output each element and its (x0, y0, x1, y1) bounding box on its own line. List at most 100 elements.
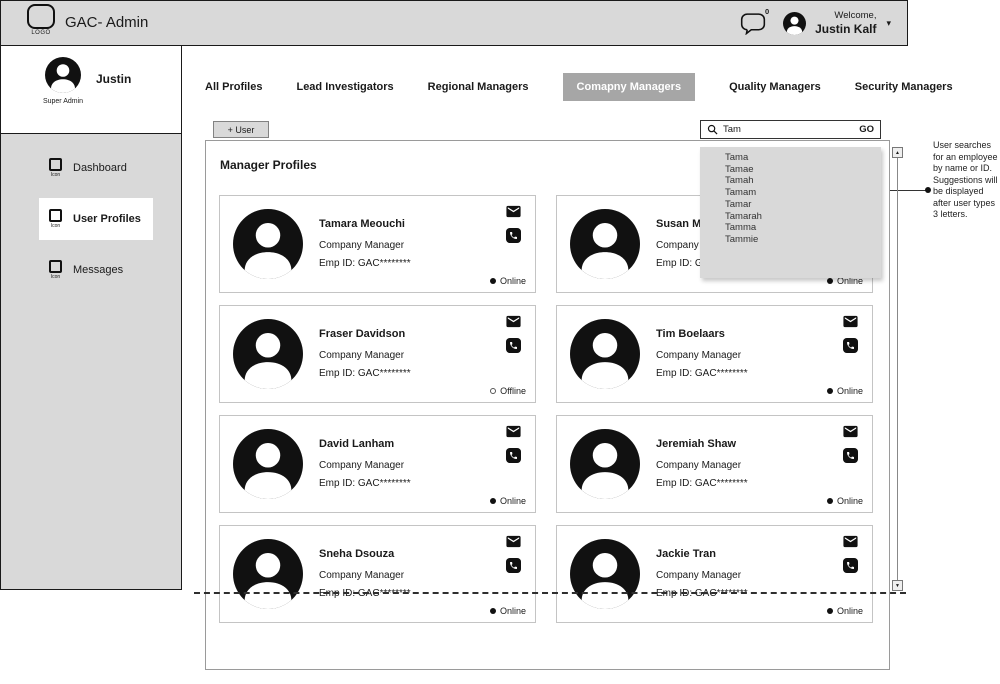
user-avatar[interactable] (783, 12, 806, 35)
status-dot-icon (827, 608, 833, 614)
manager-role: Company Manager (656, 570, 741, 581)
tab-quality-managers[interactable]: Quality Managers (729, 81, 821, 93)
sidebar-item-messages[interactable]: Icon Messages (39, 249, 153, 291)
phone-icon[interactable] (843, 448, 858, 463)
manager-card: Jackie Tran Company Manager Emp ID: GAC*… (556, 525, 873, 623)
phone-icon[interactable] (506, 338, 521, 353)
sidebar-user-name: Justin (96, 72, 131, 86)
status-dot-icon (490, 388, 496, 394)
email-icon[interactable] (842, 423, 859, 440)
phone-icon[interactable] (506, 558, 521, 573)
suggestion-item[interactable]: Tamae (700, 164, 881, 176)
manager-name: David Lanham (319, 438, 394, 450)
status-label: Online (837, 386, 863, 396)
suggestion-item[interactable]: Tama (700, 152, 881, 164)
manager-role: Company Manager (656, 460, 741, 471)
scroll-down-icon[interactable]: ▼ (892, 580, 903, 591)
logo-icon (27, 4, 55, 29)
profile-avatar (570, 319, 640, 389)
suggestion-item[interactable]: Tammie (700, 234, 881, 246)
manager-emp-id: Emp ID: GAC******** (656, 368, 748, 379)
manager-name: Tamara Meouchi (319, 218, 405, 230)
phone-icon[interactable] (843, 558, 858, 573)
manager-card: Fraser Davidson Company Manager Emp ID: … (219, 305, 536, 403)
tab-company-managers[interactable]: Comapny Managers (563, 73, 696, 101)
status-badge: Online (827, 606, 863, 616)
profile-avatar (233, 429, 303, 499)
manager-emp-id: Emp ID: GAC******** (319, 258, 411, 269)
search-go-button[interactable]: GO (859, 124, 874, 135)
welcome-block[interactable]: Welcome, Justin Kalf (815, 10, 876, 36)
manager-role: Company Manager (319, 350, 404, 361)
icon-caption: Icon (49, 223, 62, 229)
manager-card: David Lanham Company Manager Emp ID: GAC… (219, 415, 536, 513)
messages-button[interactable]: 0 (739, 12, 766, 35)
topbar-right: 0 Welcome, Justin Kalf ▾ (739, 1, 891, 45)
status-dot-icon (490, 498, 496, 504)
email-icon[interactable] (505, 423, 522, 440)
chevron-down-icon[interactable]: ▾ (886, 18, 891, 29)
status-dot-icon (827, 278, 833, 284)
app-title: GAC- Admin (65, 14, 148, 31)
status-badge: Online (490, 606, 526, 616)
topbar: LOGO GAC- Admin 0 Welcome, Justin Kalf ▾ (0, 0, 908, 46)
add-user-button[interactable]: + User (213, 121, 269, 138)
email-icon[interactable] (842, 533, 859, 550)
status-badge: Online (490, 496, 526, 506)
phone-icon[interactable] (506, 448, 521, 463)
user-profiles-icon (49, 209, 62, 222)
status-label: Online (837, 496, 863, 506)
tab-regional-managers[interactable]: Regional Managers (428, 81, 529, 93)
sidebar-item-label: User Profiles (73, 213, 141, 225)
messages-icon (49, 260, 62, 273)
manager-role: Company Manager (319, 460, 404, 471)
sidebar-user-role: Super Admin (29, 98, 97, 105)
annotation-connector-dot (925, 187, 931, 193)
search-box: GO (700, 120, 881, 139)
search-suggestions-dropdown: Tama Tamae Tamah Tamam Tamar Tamarah Tam… (700, 147, 881, 278)
sidebar: Justin Super Admin Icon Dashboard Icon U… (0, 46, 182, 590)
status-dot-icon (490, 278, 496, 284)
suggestion-item[interactable]: Tamma (700, 222, 881, 234)
scrollbar[interactable]: ▲ ▼ (892, 147, 903, 591)
sidebar-item-user-profiles[interactable]: Icon User Profiles (39, 198, 153, 240)
phone-icon[interactable] (843, 338, 858, 353)
suggestion-item[interactable]: Tamam (700, 187, 881, 199)
suggestion-item[interactable]: Tamah (700, 175, 881, 187)
profile-tabs: All Profiles Lead Investigators Regional… (205, 73, 953, 101)
email-icon[interactable] (842, 313, 859, 330)
status-badge: Online (490, 276, 526, 286)
search-icon (707, 124, 718, 135)
sidebar-item-label: Dashboard (73, 162, 127, 174)
manager-role: Company Manager (319, 240, 404, 251)
suggestion-item[interactable]: Tamarah (700, 211, 881, 223)
manager-name: Tim Boelaars (656, 328, 725, 340)
email-icon[interactable] (505, 203, 522, 220)
tab-security-managers[interactable]: Security Managers (855, 81, 953, 93)
manager-card: Sneha Dsouza Company Manager Emp ID: GAC… (219, 525, 536, 623)
status-label: Online (500, 276, 526, 286)
scrollbar-track[interactable] (897, 158, 898, 580)
app-root: LOGO GAC- Admin 0 Welcome, Justin Kalf ▾… (0, 0, 1000, 684)
icon-caption: Icon (49, 274, 62, 280)
email-icon[interactable] (505, 313, 522, 330)
app-logo: LOGO (23, 4, 59, 36)
tab-all-profiles[interactable]: All Profiles (205, 81, 262, 93)
status-badge: Online (827, 496, 863, 506)
tab-lead-investigators[interactable]: Lead Investigators (296, 81, 393, 93)
sidebar-user-avatar (45, 57, 81, 93)
sidebar-item-dashboard[interactable]: Icon Dashboard (39, 147, 153, 189)
manager-name: Jackie Tran (656, 548, 716, 560)
status-badge: Online (827, 386, 863, 396)
sidebar-menu: Icon Dashboard Icon User Profiles Icon M… (1, 134, 181, 291)
email-icon[interactable] (505, 533, 522, 550)
search-input[interactable] (723, 124, 854, 135)
phone-icon[interactable] (506, 228, 521, 243)
manager-card: Tamara Meouchi Company Manager Emp ID: G… (219, 195, 536, 293)
suggestion-item[interactable]: Tamar (700, 199, 881, 211)
scroll-up-icon[interactable]: ▲ (892, 147, 903, 158)
page-fold-dashed-line (194, 592, 906, 594)
annotation-note: User searches for an employee by name or… (933, 140, 999, 221)
status-badge: Offline (490, 386, 526, 396)
profile-avatar (233, 319, 303, 389)
